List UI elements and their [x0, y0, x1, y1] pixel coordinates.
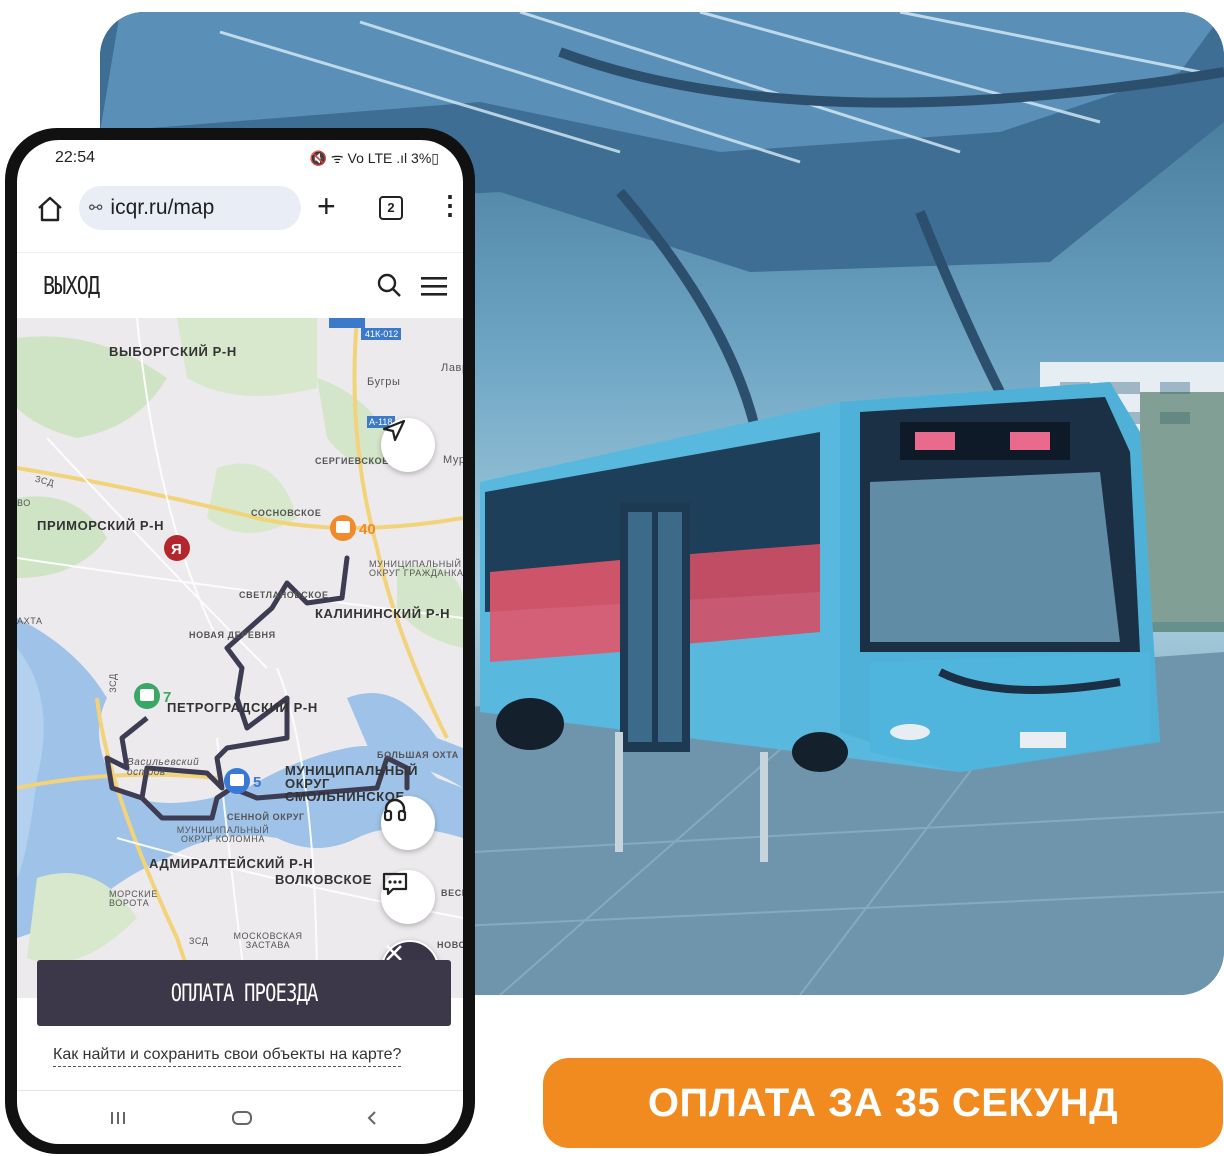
navigation-arrow-icon [382, 419, 406, 442]
road-label: ЗСД [107, 673, 118, 693]
more-vert-icon[interactable]: ⋮ [437, 190, 463, 220]
place-label: СОСНОВСКОЕ [251, 508, 322, 518]
promo-badge: ОПЛАТА ЗА 35 СЕКУНД [543, 1058, 1223, 1148]
place-label: ВОЛКОВСКОЕ [275, 872, 373, 887]
recent-apps-icon[interactable] [109, 1109, 127, 1127]
site-logo[interactable]: ВЫХОД [43, 271, 100, 300]
pay-fare-label: ОПЛАТА ПРОЕЗДА [170, 979, 319, 1007]
place-label: Бугры [367, 376, 401, 388]
home-nav-icon[interactable] [231, 1109, 253, 1127]
place-label: МУНИЦИПАЛЬНЫЙ ОКРУГ КОЛОМНА [176, 825, 270, 844]
place-label: БОЛЬШАЯ ОХТА [377, 750, 459, 760]
site-settings-icon[interactable]: ⚯ [89, 198, 102, 218]
place-label: МУНИЦИПАЛЬНЫЙ ОКРУГ ГРАЖДАНКА [369, 559, 463, 578]
place-label: ВО [17, 498, 31, 508]
browser-toolbar: ⚯ icqr.ru/map + 2 ⋮ [17, 180, 463, 242]
site-header: ВЫХОД [17, 252, 463, 319]
bus-marker-40[interactable]: 40 [359, 521, 376, 538]
place-label: ВЕСЕ [441, 888, 463, 898]
place-label: НОВАЯ ДЕРЕВНЯ [189, 630, 276, 640]
locate-button[interactable] [381, 418, 435, 472]
pay-fare-button[interactable]: ОПЛАТА ПРОЕЗДА [37, 960, 451, 1026]
district-label: ВЫБОРГСКИЙ Р-Н [109, 344, 237, 359]
bus-marker-5[interactable]: 5 [253, 774, 261, 791]
place-label: Васильевский остров [127, 757, 200, 778]
phone-screen: 22:54 🔇 ᯤ Vo LTE .ıl 3%▯ ⚯ icqr.ru/map +… [17, 140, 463, 1144]
hamburger-icon[interactable] [421, 277, 447, 297]
yandex-marker[interactable]: Я [171, 541, 182, 558]
road-shield-41k: 41К-012 [365, 329, 398, 339]
place-label: СЕННОЙ ОКРУГ [227, 812, 305, 822]
new-tab-button[interactable]: + [317, 190, 336, 222]
place-label: МОРСКИЕ ВОРОТА [109, 889, 158, 908]
place-label: МОСКОВСКАЯ ЗАСТАВА [233, 931, 303, 950]
home-icon[interactable] [35, 194, 65, 224]
place-label: СЕРГИЕВСКОЕ [315, 456, 389, 466]
help-link[interactable]: Как найти и сохранить свои объекты на ка… [53, 1046, 402, 1067]
district-label: ПРИМОРСКИЙ Р-Н [37, 518, 165, 533]
road-label: ЗСД [189, 936, 209, 946]
search-icon[interactable] [375, 271, 403, 299]
chat-button[interactable] [381, 870, 435, 924]
status-time: 22:54 [55, 149, 96, 166]
support-button[interactable] [381, 796, 435, 850]
district-label: КАЛИНИНСКИЙ Р-Н [315, 606, 451, 621]
status-indicators: 🔇 ᯤ Vo LTE .ıl 3%▯ [309, 150, 439, 166]
place-label: Лавр [441, 362, 463, 374]
place-label: Мур [443, 454, 463, 466]
address-bar[interactable]: ⚯ icqr.ru/map [79, 186, 301, 230]
route-map[interactable]: 41К-012 А-118 Я 40 7 5 ВЫБОРГСКИЙ Р-Н Ла… [17, 318, 463, 998]
promo-badge-label: ОПЛАТА ЗА 35 СЕКУНД [647, 1080, 1119, 1125]
headset-icon [383, 798, 407, 822]
phone-mockup: 22:54 🔇 ᯤ Vo LTE .ıl 3%▯ ⚯ icqr.ru/map +… [5, 128, 475, 1154]
place-label: АХТА [17, 616, 43, 626]
place-label: СВЕТЛАНОВСКОЕ [239, 590, 329, 600]
back-icon[interactable] [365, 1109, 379, 1127]
status-bar: 22:54 🔇 ᯤ Vo LTE .ıl 3%▯ [17, 140, 463, 176]
chat-icon [382, 872, 408, 896]
district-label: ПЕТРОГРАДСКИЙ Р-Н [167, 700, 318, 715]
district-label: АДМИРАЛТЕЙСКИЙ Р-Н [149, 856, 314, 871]
tab-switcher-button[interactable]: 2 [379, 196, 403, 220]
system-nav-bar [17, 1090, 463, 1144]
address-bar-url: icqr.ru/map [110, 196, 215, 219]
place-label: НОВСК [437, 940, 463, 950]
